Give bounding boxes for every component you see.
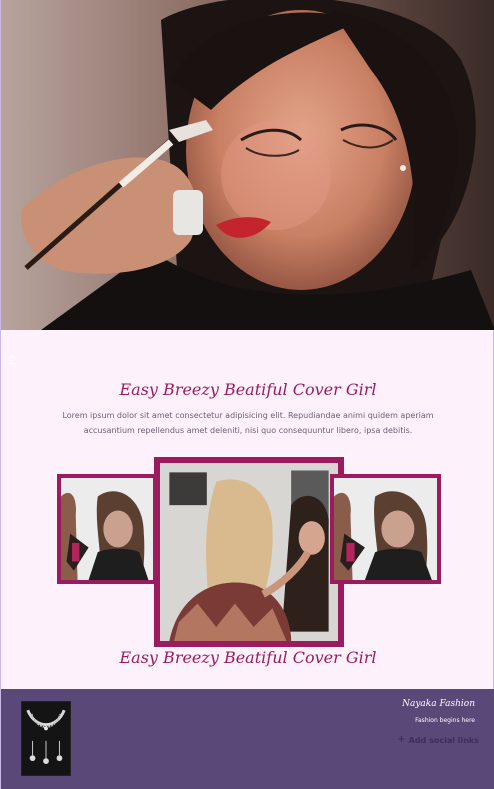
footer: Nayaka Fashion Fashion begins here + Add… — [1, 689, 494, 789]
add-social-links-button[interactable]: + Add social links — [397, 735, 479, 745]
add-social-links-label: Add social links — [408, 735, 479, 745]
plus-icon: + — [397, 734, 406, 745]
side-label: bs — [7, 354, 17, 365]
necklace-illustration — [26, 709, 66, 764]
gallery-caption: Easy Breezy Beatiful Cover Girl — [119, 648, 377, 667]
section-title: Easy Breezy Beatiful Cover Girl — [119, 380, 377, 399]
brand-tagline: Fashion begins here — [415, 717, 475, 724]
hero-image — [1, 0, 494, 330]
hair-styling-photo — [61, 478, 153, 580]
brand-name: Nayaka Fashion — [402, 699, 475, 709]
makeup-artist-photo — [160, 463, 338, 641]
gallery-photo-main — [154, 457, 344, 647]
gallery-photo-right — [330, 474, 441, 584]
hero-illustration — [1, 0, 494, 330]
gallery-photo-left — [57, 474, 157, 584]
hair-styling-photo — [334, 478, 437, 580]
jewelry-image — [21, 701, 71, 776]
section-body: Lorem ipsum dolor sit amet consectetur a… — [62, 411, 434, 435]
